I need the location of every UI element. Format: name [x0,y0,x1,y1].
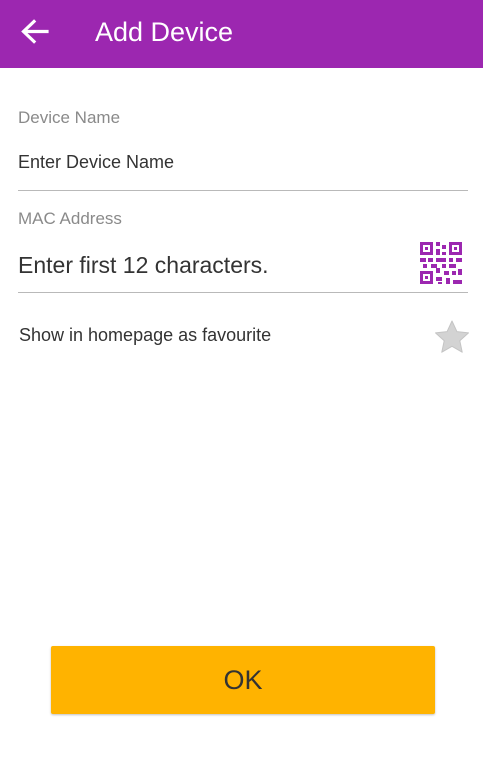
arrow-left-icon [21,19,49,44]
device-name-label: Device Name [18,108,121,127]
mac-address-input[interactable] [18,250,408,280]
ok-button[interactable]: OK [51,646,435,714]
star-icon [435,320,469,353]
favourite-label: Show in homepage as favourite [19,325,272,345]
add-device-screen: Add Device Device Name MAC Address [0,0,483,766]
scan-qr-button[interactable] [418,240,464,286]
qr-code-icon [420,242,462,284]
app-bar: Add Device [0,0,483,68]
favourite-toggle[interactable] [433,319,471,355]
mac-address-label: MAC Address [18,209,122,228]
device-name-underline [18,190,468,191]
device-name-input[interactable] [18,150,458,174]
mac-address-underline [18,292,468,293]
page-title: Add Device [95,17,234,47]
back-button[interactable] [17,14,53,50]
